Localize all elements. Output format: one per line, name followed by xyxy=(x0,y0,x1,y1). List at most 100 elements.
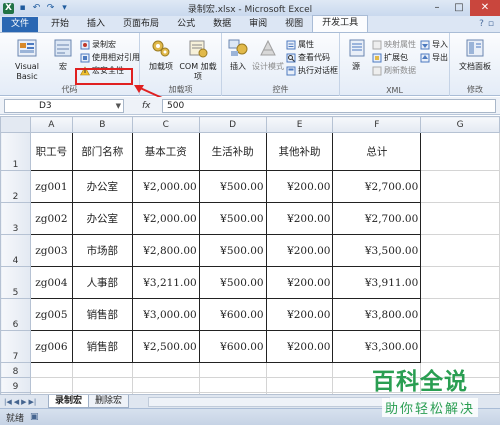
tab-home[interactable]: 开始 xyxy=(42,17,78,32)
select-all-corner[interactable] xyxy=(0,116,31,133)
cell-empty[interactable] xyxy=(29,377,73,393)
cell-dept[interactable]: 市场部 xyxy=(71,234,133,267)
next-sheet-icon[interactable]: ▶ xyxy=(21,398,26,406)
cell-id[interactable]: zg005 xyxy=(29,298,73,331)
row-header-7[interactable]: 7 xyxy=(0,330,31,363)
cell-id[interactable]: zg006 xyxy=(29,330,73,363)
import-button[interactable]: 导入 xyxy=(420,39,448,51)
row-header-8[interactable]: 8 xyxy=(0,362,31,378)
cell-other-allowance[interactable]: ¥200.00 xyxy=(265,330,334,363)
row-header-6[interactable]: 6 xyxy=(0,298,31,331)
insert-control-button[interactable]: 插入 xyxy=(226,37,250,72)
cell-base-salary[interactable]: ¥3,000.00 xyxy=(131,298,200,331)
design-mode-button[interactable]: 设计模式 xyxy=(252,37,284,72)
cell-empty[interactable] xyxy=(420,132,500,171)
cell-empty[interactable] xyxy=(265,362,334,378)
cell-empty[interactable] xyxy=(420,266,500,299)
macros-button[interactable]: 宏 xyxy=(52,37,74,72)
undo-icon[interactable]: ↶ xyxy=(31,3,42,14)
row-header-9[interactable]: 9 xyxy=(0,377,31,393)
cell-living-allowance[interactable]: ¥500.00 xyxy=(198,170,267,203)
cell-living-allowance[interactable]: ¥500.00 xyxy=(198,266,267,299)
tab-data[interactable]: 数据 xyxy=(204,17,240,32)
com-addins-button[interactable]: COM 加载项 xyxy=(176,37,220,82)
cell-id[interactable]: zg003 xyxy=(29,234,73,267)
insert-function-icon[interactable]: fx xyxy=(142,101,162,111)
cell-total[interactable]: ¥3,500.00 xyxy=(332,234,422,267)
tab-developer[interactable]: 开发工具 xyxy=(312,15,369,32)
row-header-3[interactable]: 3 xyxy=(0,202,31,235)
tab-insert[interactable]: 插入 xyxy=(78,17,114,32)
cell-empty[interactable] xyxy=(198,377,267,393)
cell-empty[interactable] xyxy=(420,298,500,331)
last-sheet-icon[interactable]: ▶| xyxy=(29,398,37,406)
cell-living-allowance[interactable]: ¥600.00 xyxy=(198,298,267,331)
use-relative-references-button[interactable]: 使用相对引用 xyxy=(80,52,140,64)
redo-icon[interactable]: ↷ xyxy=(45,3,56,14)
cell-header-id[interactable]: 职工号 xyxy=(29,132,73,171)
record-macro-button[interactable]: 录制宏 xyxy=(80,39,116,51)
tab-page-layout[interactable]: 页面布局 xyxy=(114,17,168,32)
cell-header-total[interactable]: 总计 xyxy=(332,132,422,171)
sheet-tab-delete-macro[interactable]: 删除宏 xyxy=(88,395,130,408)
cell-header-living-allowance[interactable]: 生活补助 xyxy=(198,132,267,171)
cell-empty[interactable] xyxy=(420,234,500,267)
minimize-button[interactable]: – xyxy=(426,0,448,16)
cell-empty[interactable] xyxy=(131,377,200,393)
customize-qat-icon[interactable]: ▾ xyxy=(59,3,70,14)
close-button[interactable]: ✕ xyxy=(470,0,500,16)
cell-id[interactable]: zg001 xyxy=(29,170,73,203)
addins-button[interactable]: 加载项 xyxy=(144,37,178,72)
cell-empty[interactable] xyxy=(420,330,500,363)
row-header-5[interactable]: 5 xyxy=(0,266,31,299)
cell-dept[interactable]: 销售部 xyxy=(71,298,133,331)
tab-formulas[interactable]: 公式 xyxy=(168,17,204,32)
cell-base-salary[interactable]: ¥2,000.00 xyxy=(131,170,200,203)
sheet-tab-record-macro[interactable]: 录制宏 xyxy=(48,395,90,408)
tab-review[interactable]: 审阅 xyxy=(240,17,276,32)
save-icon[interactable]: ▪ xyxy=(17,3,28,14)
name-box[interactable]: D3 ▼ xyxy=(4,98,124,113)
cell-total[interactable]: ¥2,700.00 xyxy=(332,170,422,203)
horizontal-scrollbar[interactable] xyxy=(148,396,390,407)
cell-other-allowance[interactable]: ¥200.00 xyxy=(265,298,334,331)
map-properties-button[interactable]: 映射属性 xyxy=(372,39,416,51)
macro-recording-icon[interactable]: ▣ xyxy=(30,412,39,422)
cell-base-salary[interactable]: ¥2,500.00 xyxy=(131,330,200,363)
column-header-b[interactable]: B xyxy=(71,116,133,133)
column-header-a[interactable]: A xyxy=(29,116,73,133)
cell-empty[interactable] xyxy=(71,377,133,393)
cell-total[interactable]: ¥3,800.00 xyxy=(332,298,422,331)
export-button[interactable]: 导出 xyxy=(420,52,448,64)
refresh-data-button[interactable]: 刷新数据 xyxy=(372,65,416,77)
cell-other-allowance[interactable]: ¥200.00 xyxy=(265,202,334,235)
cell-dept[interactable]: 销售部 xyxy=(71,330,133,363)
cell-header-other-allowance[interactable]: 其他补助 xyxy=(265,132,334,171)
document-panel-button[interactable]: 文档面板 xyxy=(452,37,498,72)
maximize-button[interactable]: □ xyxy=(448,0,470,16)
cell-id[interactable]: zg002 xyxy=(29,202,73,235)
cell-other-allowance[interactable]: ¥200.00 xyxy=(265,266,334,299)
tab-file[interactable]: 文件 xyxy=(2,17,39,32)
cell-header-dept[interactable]: 部门名称 xyxy=(71,132,133,171)
cell-empty[interactable] xyxy=(131,362,200,378)
ribbon-minimize-icon[interactable]: ▫ xyxy=(488,19,494,29)
cell-dept[interactable]: 人事部 xyxy=(71,266,133,299)
cell-living-allowance[interactable]: ¥600.00 xyxy=(198,330,267,363)
visual-basic-button[interactable]: Visual Basic xyxy=(4,37,50,82)
cell-base-salary[interactable]: ¥3,211.00 xyxy=(131,266,200,299)
xml-source-button[interactable]: 源 xyxy=(346,37,366,72)
expansion-packs-button[interactable]: 扩展包 xyxy=(372,52,408,64)
cell-other-allowance[interactable]: ¥200.00 xyxy=(265,170,334,203)
view-code-button[interactable]: 查看代码 xyxy=(286,52,330,64)
cell-id[interactable]: zg004 xyxy=(29,266,73,299)
column-header-c[interactable]: C xyxy=(131,116,200,133)
cell-total[interactable]: ¥3,911.00 xyxy=(332,266,422,299)
cell-total[interactable]: ¥2,700.00 xyxy=(332,202,422,235)
cell-total[interactable]: ¥3,300.00 xyxy=(332,330,422,363)
row-header-2[interactable]: 2 xyxy=(0,170,31,203)
cell-living-allowance[interactable]: ¥500.00 xyxy=(198,202,267,235)
cell-dept[interactable]: 办公室 xyxy=(71,170,133,203)
first-sheet-icon[interactable]: |◀ xyxy=(4,398,12,406)
row-header-1[interactable]: 1 xyxy=(0,132,31,171)
